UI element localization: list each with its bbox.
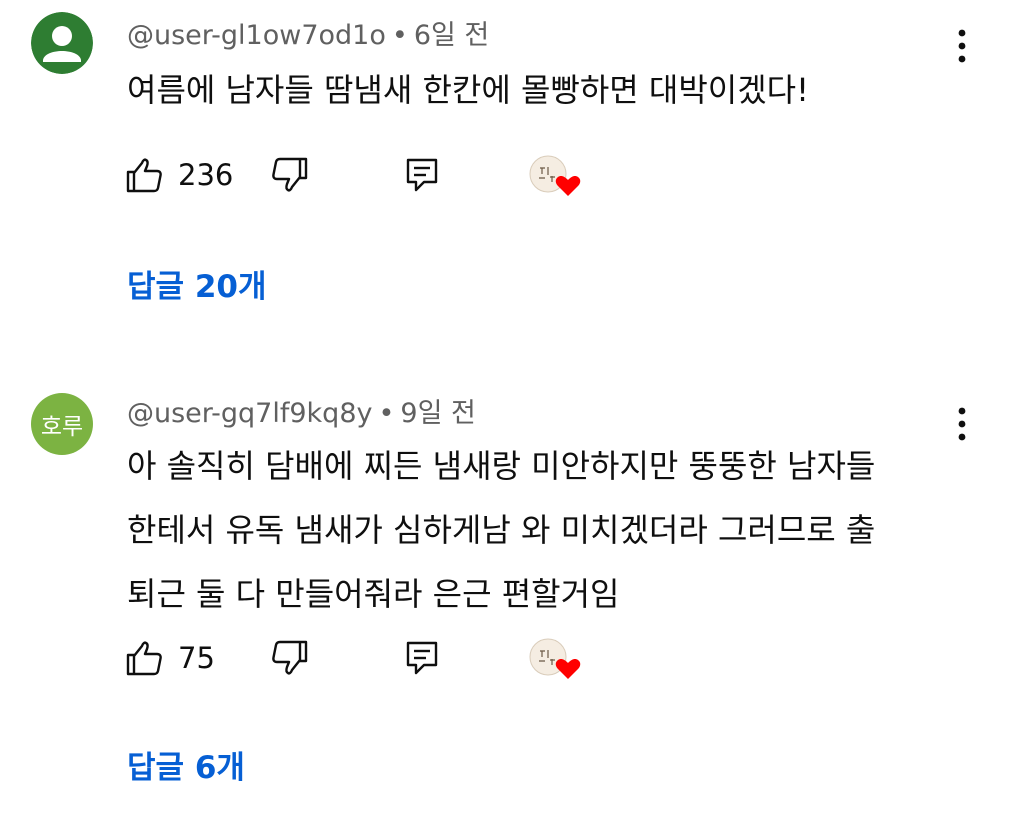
comment-line: 아 솔직히 담배에 찌든 냄새랑 미안하지만 뚱뚱한 남자들 [127, 447, 876, 485]
comment-line: 한테서 유독 냄새가 심하게남 와 미치겠더라 그러므로 출 [127, 511, 876, 549]
comment-meta: @user-gq7lf9kq8y • 9일 전 [127, 396, 476, 432]
more-options-button[interactable] [944, 24, 980, 68]
creator-heart-badge [528, 154, 582, 200]
dislike-button[interactable] [270, 633, 310, 683]
reply-comment-icon [406, 641, 438, 675]
thumb-down-icon [272, 157, 308, 192]
creator-heart-badge [528, 637, 582, 683]
comment-line: 퇴근 둘 다 만들어줘라 은근 편할거임 [127, 575, 620, 613]
like-count: 75 [178, 641, 215, 675]
dislike-button[interactable] [270, 150, 310, 200]
author-handle[interactable]: @user-gq7lf9kq8y [127, 398, 372, 429]
thumb-up-icon [126, 158, 162, 193]
creator-heart-icon [529, 638, 581, 679]
comment-time: 6일 전 [413, 20, 490, 51]
more-options-button[interactable] [944, 402, 980, 446]
comment-item: @user-gl1ow7od1o • 6일 전 여름에 남자들 땀냄새 한칸에 몰빵… [0, 0, 1024, 340]
reply-button[interactable] [402, 633, 442, 683]
thumb-down-icon [272, 640, 308, 675]
like-button[interactable]: 75 [124, 633, 215, 683]
meta-separator: • [378, 398, 395, 429]
avatar[interactable]: 호루 [31, 393, 93, 455]
avatar-initials: 호루 [40, 414, 84, 440]
reply-button[interactable] [402, 150, 442, 200]
comment-text: 아 솔직히 담배에 찌든 냄새랑 미안하지만 뚱뚱한 남자들 한테서 유독 냄새… [127, 434, 927, 626]
view-replies-button[interactable]: 답글 6개 [127, 748, 245, 788]
comment-time: 9일 전 [400, 398, 476, 429]
like-count: 236 [178, 158, 234, 192]
more-vert-icon [958, 29, 966, 63]
avatar[interactable] [31, 12, 93, 74]
comment-item: 호루 @user-gq7lf9kq8y • 9일 전 아 솔직히 담배에 찌든 냄새… [0, 380, 1024, 820]
thumb-up-icon [126, 641, 162, 676]
comment-meta: @user-gl1ow7od1o • 6일 전 [127, 18, 489, 54]
reply-comment-icon [406, 158, 438, 192]
creator-heart-icon [529, 155, 581, 196]
comment-line: 여름에 남자들 땀냄새 한칸에 몰빵하면 대박이겠다! [127, 71, 809, 109]
like-button[interactable]: 236 [124, 150, 233, 200]
author-handle[interactable]: @user-gl1ow7od1o [127, 20, 386, 51]
more-vert-icon [958, 407, 966, 441]
view-replies-button[interactable]: 답글 20개 [127, 267, 267, 307]
comment-text: 여름에 남자들 땀냄새 한칸에 몰빵하면 대박이겠다! [127, 58, 927, 122]
meta-separator: • [391, 20, 408, 51]
default-avatar-icon [31, 12, 93, 74]
